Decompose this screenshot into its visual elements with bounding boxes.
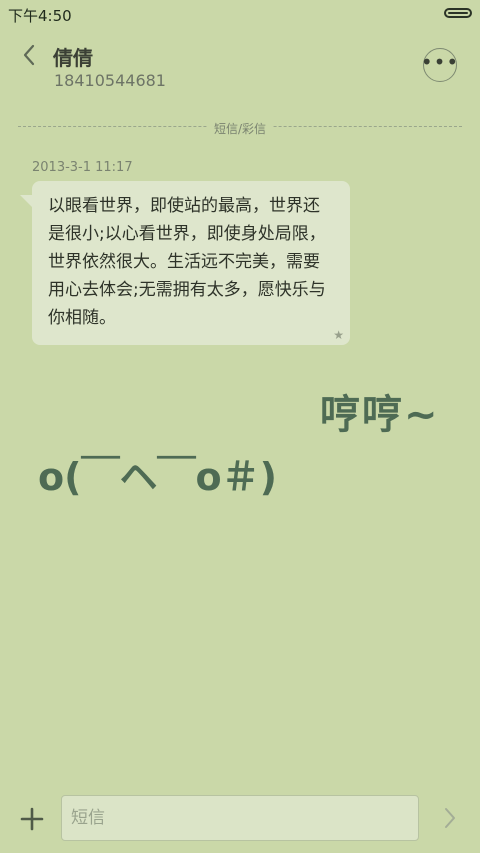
composer-bar bbox=[0, 791, 480, 853]
star-icon: ★ bbox=[333, 328, 344, 342]
message-bubble[interactable]: 以眼看世界，即使站的最高，世界还是很小;以心看世界，即使身处局限，世界依然很大。… bbox=[20, 181, 350, 345]
battery-fill bbox=[448, 12, 468, 14]
message-text: 以眼看世界，即使站的最高，世界还是很小;以心看世界，即使身处局限，世界依然很大。… bbox=[48, 196, 326, 328]
back-button[interactable] bbox=[18, 42, 42, 68]
more-options-button[interactable]: ••• bbox=[420, 48, 460, 82]
chevron-right-icon bbox=[445, 808, 455, 828]
plus-icon bbox=[20, 807, 44, 831]
conversation-header: 倩倩 18410544681 ••• bbox=[0, 28, 480, 104]
sticker-image[interactable]: 哼哼~ o(￣ヘ￣o＃) bbox=[36, 380, 456, 510]
more-dots-icon: ••• bbox=[420, 50, 460, 74]
sms-input[interactable] bbox=[61, 795, 419, 841]
status-bar: 下午4:50 bbox=[0, 0, 480, 28]
send-button[interactable] bbox=[442, 806, 458, 830]
add-attachment-button[interactable] bbox=[20, 807, 44, 831]
sticker-line-2: o(￣ヘ￣o＃) bbox=[38, 455, 277, 499]
chevron-left-icon bbox=[23, 44, 35, 66]
contact-name: 倩倩 bbox=[53, 46, 93, 70]
battery-icon bbox=[444, 8, 472, 18]
sticker-line-1: 哼哼~ bbox=[320, 392, 440, 438]
message-timestamp: 2013-3-1 11:17 bbox=[32, 160, 133, 175]
contact-phone: 18410544681 bbox=[54, 71, 166, 90]
status-time: 下午4:50 bbox=[8, 7, 72, 25]
bubble-tail bbox=[20, 195, 32, 207]
channel-label-row: 短信/彩信 bbox=[0, 118, 480, 137]
channel-label: 短信/彩信 bbox=[207, 122, 273, 136]
